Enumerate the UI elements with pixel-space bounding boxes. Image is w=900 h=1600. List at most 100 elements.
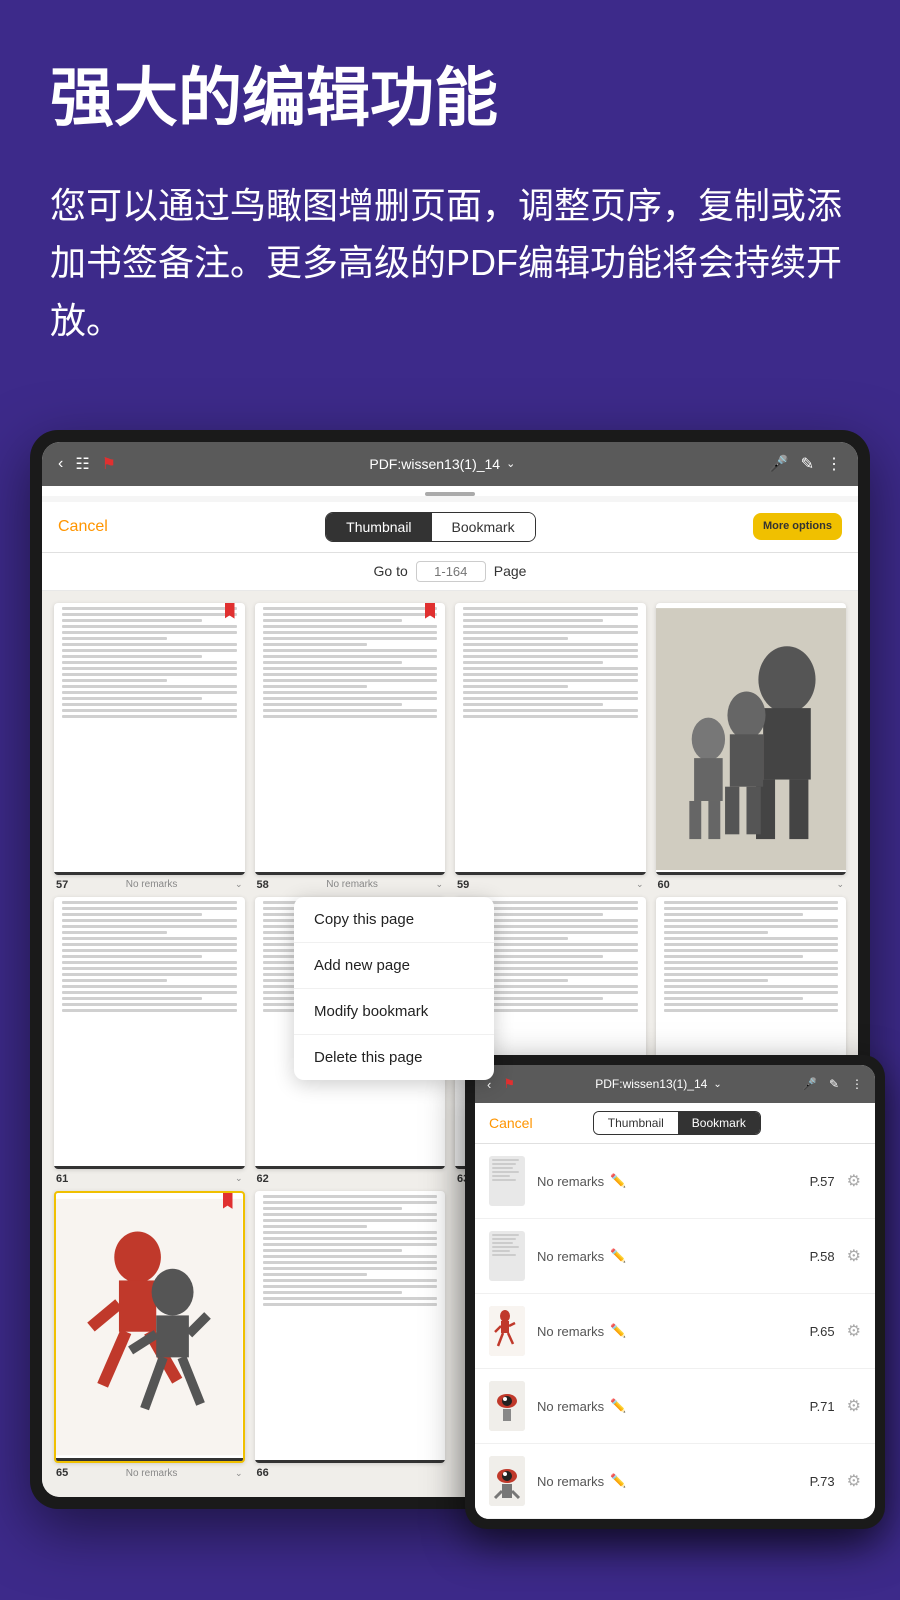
art-svg-60 — [656, 603, 847, 875]
secondary-bookmark-icon[interactable]: ⚑ — [503, 1076, 515, 1092]
thumb-row-1: 57 No remarks ⌄ — [54, 603, 846, 891]
delete-page-menu-item[interactable]: Delete this page — [294, 1035, 494, 1080]
secondary-cancel-btn[interactable]: Cancel — [489, 1115, 533, 1131]
tablet-secondary-screen: ‹ ⚑ PDF:wissen13(1)_14 ⌄ 🎤 ✎ ⋮ Cancel Th… — [475, 1065, 875, 1519]
bookmark-info-73: No remarks ✏️ — [537, 1473, 798, 1489]
thumbnail-toolbar: Cancel Thumbnail Bookmark More options — [42, 502, 858, 553]
bookmark-thumb-71 — [489, 1381, 525, 1431]
bookmark-icon[interactable]: ⚑ — [102, 454, 116, 474]
scroll-handle — [425, 492, 475, 496]
page-content-61 — [54, 897, 245, 1023]
tab-group: Thumbnail Bookmark — [325, 512, 535, 542]
thumb-item-58[interactable]: 58 No remarks ⌄ — [255, 603, 446, 891]
pencil-icon[interactable]: ✎ — [801, 454, 814, 474]
thumb-item-61[interactable]: 61 ⌄ — [54, 897, 245, 1185]
modify-bookmark-menu-item[interactable]: Modify bookmark — [294, 989, 494, 1035]
back-icon[interactable]: ‹ — [58, 455, 63, 473]
grid-icon[interactable]: ☷ — [75, 454, 89, 474]
settings-icon-71[interactable]: ⚙ — [847, 1396, 861, 1416]
copy-page-menu-item[interactable]: Copy this page — [294, 897, 494, 943]
hero-description: 您可以通过鸟瞰图增删页面，调整页序，复制或添加书签备注。更多高级的PDF编辑功能… — [50, 177, 850, 350]
chevron-down-icon-59[interactable]: ⌄ — [636, 879, 644, 890]
edit-icon-58[interactable]: ✏️ — [610, 1248, 626, 1264]
page-content-59 — [455, 603, 646, 729]
secondary-tab-bookmark[interactable]: Bookmark — [678, 1112, 760, 1134]
thumb-item-60[interactable]: 60 ⌄ — [656, 603, 847, 891]
page-content-57 — [54, 603, 245, 729]
chevron-down-icon-58[interactable]: ⌄ — [435, 879, 443, 890]
cancel-button[interactable]: Cancel — [58, 518, 108, 536]
secondary-tab-group: Thumbnail Bookmark — [593, 1111, 761, 1135]
secondary-more-icon[interactable]: ⋮ — [851, 1077, 863, 1091]
topbar-left: ‹ ☷ ⚑ — [58, 454, 116, 474]
chevron-down-icon-65[interactable]: ⌄ — [235, 1468, 243, 1479]
bookmark-art-svg-71 — [489, 1381, 525, 1431]
edit-icon-57[interactable]: ✏️ — [610, 1173, 626, 1189]
settings-icon-57[interactable]: ⚙ — [847, 1171, 861, 1191]
tab-thumbnail[interactable]: Thumbnail — [326, 513, 431, 541]
secondary-tab-thumbnail[interactable]: Thumbnail — [594, 1112, 678, 1134]
edit-icon-65[interactable]: ✏️ — [610, 1323, 626, 1339]
thumb-item-65[interactable]: 65 No remarks ⌄ — [54, 1191, 245, 1479]
thumb-label-58: 58 No remarks ⌄ — [255, 879, 446, 891]
art-svg-65 — [56, 1193, 243, 1461]
hero-section: 强大的编辑功能 您可以通过鸟瞰图增删页面，调整页序，复制或添加书签备注。更多高级… — [0, 0, 900, 390]
bookmark-info-58: No remarks ✏️ — [537, 1248, 798, 1264]
thumb-card-61 — [54, 897, 245, 1169]
chevron-down-icon-60[interactable]: ⌄ — [836, 879, 844, 890]
doc-title: PDF:wissen13(1)_14 — [369, 456, 500, 472]
bookmark-thumb-73 — [489, 1456, 525, 1506]
secondary-topbar-center: PDF:wissen13(1)_14 ⌄ — [595, 1077, 721, 1091]
bookmark-page-58: P.58 — [810, 1249, 835, 1264]
bookmark-thumb-65 — [489, 1306, 525, 1356]
edit-icon-71[interactable]: ✏️ — [610, 1398, 626, 1414]
page-content-58 — [255, 603, 446, 729]
device-container: ‹ ☷ ⚑ PDF:wissen13(1)_14 ⌄ 🎤 ✎ ⋮ — [30, 430, 870, 1509]
thumb-label-57: 57 No remarks ⌄ — [54, 879, 245, 891]
thumb-card-60 — [656, 603, 847, 875]
thumb-label-65: 65 No remarks ⌄ — [54, 1467, 245, 1479]
bookmark-info-65: No remarks ✏️ — [537, 1323, 798, 1339]
topbar-center: PDF:wissen13(1)_14 ⌄ — [369, 456, 515, 472]
hero-title: 强大的编辑功能 — [50, 60, 850, 137]
secondary-toolbar: Cancel Thumbnail Bookmark — [475, 1103, 875, 1144]
bookmark-info-57: No remarks ✏️ — [537, 1173, 798, 1189]
dropdown-icon[interactable]: ⌄ — [506, 457, 515, 470]
secondary-dropdown-icon[interactable]: ⌄ — [713, 1079, 721, 1090]
settings-icon-58[interactable]: ⚙ — [847, 1246, 861, 1266]
secondary-mic-icon[interactable]: 🎤 — [802, 1077, 817, 1091]
bookmark-list: No remarks ✏️ P.57 ⚙ — [475, 1144, 875, 1519]
more-icon[interactable]: ⋮ — [826, 454, 842, 474]
bookmark-page-57: P.57 — [810, 1174, 835, 1189]
secondary-pencil-icon[interactable]: ✎ — [829, 1077, 839, 1091]
settings-icon-73[interactable]: ⚙ — [847, 1471, 861, 1491]
thumb-card-66 — [255, 1191, 446, 1463]
thumb-label-62: 62 — [255, 1173, 446, 1185]
topbar-right: 🎤 ✎ ⋮ — [769, 454, 842, 474]
bookmark-item-58[interactable]: No remarks ✏️ P.58 ⚙ — [475, 1219, 875, 1294]
add-page-menu-item[interactable]: Add new page — [294, 943, 494, 989]
bookmark-thumb-58 — [489, 1231, 525, 1281]
chevron-down-icon-61[interactable]: ⌄ — [235, 1173, 243, 1184]
edit-icon-73[interactable]: ✏️ — [610, 1473, 626, 1489]
thumb-item-59[interactable]: 59 ⌄ — [455, 603, 646, 891]
thumb-item-57[interactable]: 57 No remarks ⌄ — [54, 603, 245, 891]
chevron-down-icon[interactable]: ⌄ — [235, 879, 243, 890]
bookmark-item-71[interactable]: No remarks ✏️ P.71 ⚙ — [475, 1369, 875, 1444]
more-options-button[interactable]: More options — [753, 513, 842, 539]
bookmark-item-65[interactable]: No remarks ✏️ P.65 ⚙ — [475, 1294, 875, 1369]
settings-icon-65[interactable]: ⚙ — [847, 1321, 861, 1341]
goto-input[interactable] — [416, 561, 486, 582]
tab-bookmark[interactable]: Bookmark — [432, 513, 535, 541]
thumb-card-58 — [255, 603, 446, 875]
bookmark-page-73: P.73 — [810, 1474, 835, 1489]
thumb-item-66[interactable]: 66 — [255, 1191, 446, 1479]
bookmark-item-57[interactable]: No remarks ✏️ P.57 ⚙ — [475, 1144, 875, 1219]
mic-icon[interactable]: 🎤 — [769, 454, 789, 474]
thumb-card-65 — [54, 1191, 245, 1463]
context-menu: Copy this page Add new page Modify bookm… — [294, 897, 494, 1080]
tablet-secondary: ‹ ⚑ PDF:wissen13(1)_14 ⌄ 🎤 ✎ ⋮ Cancel Th… — [465, 1055, 885, 1529]
bookmark-item-73[interactable]: No remarks ✏️ P.73 ⚙ — [475, 1444, 875, 1519]
thumb-card-57 — [54, 603, 245, 875]
page-label: Page — [494, 563, 527, 579]
